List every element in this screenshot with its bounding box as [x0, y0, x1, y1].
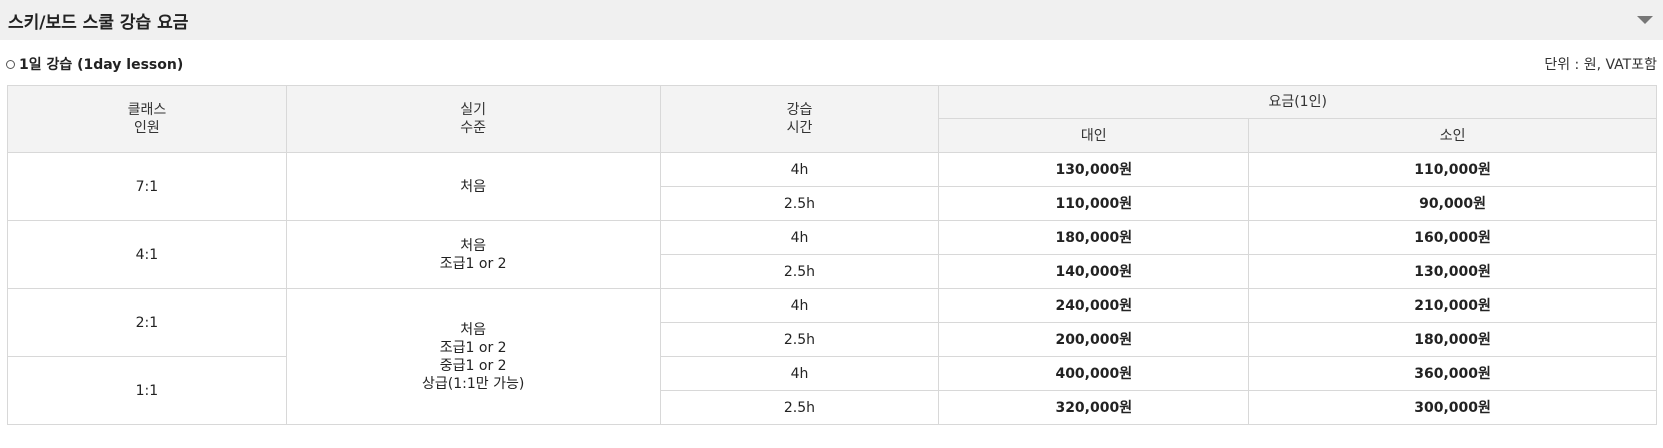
lesson-subheader: 1일 강습 (1day lesson) 단위 : 원, VAT포함	[6, 52, 1657, 76]
circle-bullet-icon	[6, 59, 15, 69]
table-row: 7:1 처음 4h 130,000원 110,000원	[7, 152, 1657, 221]
adult-price-cell: 110,000원	[938, 186, 1250, 221]
lesson-title: 1일 강습 (1day lesson)	[19, 57, 184, 73]
child-price-cell: 300,000원	[1248, 390, 1657, 425]
lesson-time-cell: 4h	[659, 288, 940, 323]
skill-level-cell: 처음	[285, 152, 661, 221]
header-fee: 요금(1인)	[938, 85, 1657, 119]
class-size-cell: 2:1	[7, 288, 287, 357]
header-child: 소인	[1248, 118, 1657, 153]
lesson-time-cell: 2.5h	[659, 322, 940, 357]
adult-price-cell: 180,000원	[938, 220, 1250, 255]
adult-price-cell: 400,000원	[938, 356, 1250, 391]
header-lesson-time: 강습 시간	[659, 85, 940, 153]
lesson-time-cell: 4h	[659, 152, 940, 187]
class-size-cell: 1:1	[7, 356, 287, 425]
child-price-cell: 90,000원	[1248, 186, 1657, 221]
adult-price-cell: 130,000원	[938, 152, 1250, 187]
lesson-title-wrap: 1일 강습 (1day lesson)	[6, 54, 183, 74]
table-row: 4:1 처음 조급1 or 2 4h 180,000원 160,000원	[7, 220, 1657, 289]
fee-table: 클래스 인원 실기 수준 강습 시간 요금(1인) 대인 소인 7:1 처음 4…	[7, 85, 1657, 425]
header-adult: 대인	[938, 118, 1250, 153]
unit-note: 단위 : 원, VAT포함	[1544, 57, 1657, 73]
header-skill-level: 실기 수준	[285, 85, 661, 153]
section-title: 스키/보드 스쿨 강습 요금	[8, 12, 189, 33]
child-price-cell: 360,000원	[1248, 356, 1657, 391]
adult-price-cell: 320,000원	[938, 390, 1250, 425]
child-price-cell: 130,000원	[1248, 254, 1657, 289]
child-price-cell: 160,000원	[1248, 220, 1657, 255]
table-row: 2:1 처음 조급1 or 2 중급1 or 2 상급(1:1만 가능) 4h …	[7, 288, 1657, 425]
class-size-cell: 7:1	[7, 152, 287, 221]
lesson-time-cell: 2.5h	[659, 254, 940, 289]
chevron-down-icon[interactable]	[1637, 16, 1653, 24]
class-size-cell: 4:1	[7, 220, 287, 289]
header-class-size: 클래스 인원	[7, 85, 287, 153]
lesson-time-cell: 2.5h	[659, 186, 940, 221]
section-header[interactable]: 스키/보드 스쿨 강습 요금	[0, 0, 1663, 40]
adult-price-cell: 200,000원	[938, 322, 1250, 357]
child-price-cell: 180,000원	[1248, 322, 1657, 357]
lesson-time-cell: 2.5h	[659, 390, 940, 425]
child-price-cell: 210,000원	[1248, 288, 1657, 323]
lesson-time-cell: 4h	[659, 356, 940, 391]
table-row: 1:1 4h 400,000원 360,000원	[7, 356, 1657, 425]
skill-level-cell: 처음 조급1 or 2	[285, 220, 661, 289]
lesson-time-cell: 4h	[659, 220, 940, 255]
skill-level-cell: 처음 조급1 or 2 중급1 or 2 상급(1:1만 가능)	[285, 288, 661, 425]
adult-price-cell: 240,000원	[938, 288, 1250, 323]
adult-price-cell: 140,000원	[938, 254, 1250, 289]
child-price-cell: 110,000원	[1248, 152, 1657, 187]
